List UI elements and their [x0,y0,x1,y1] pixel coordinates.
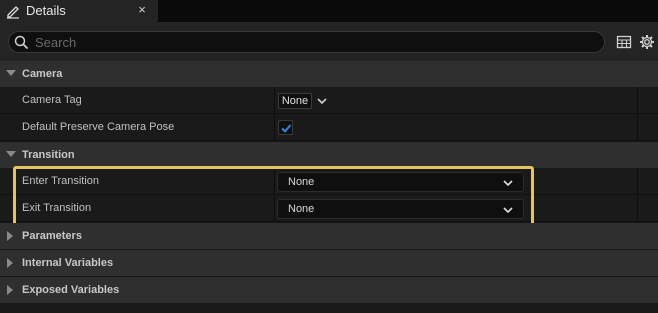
category-transition[interactable]: Transition [0,142,658,168]
property-row-exit-transition: Exit Transition None [0,195,658,222]
checkmark-icon [281,124,292,133]
camera-tag-dropdown[interactable]: None [278,93,312,109]
category-label: Camera [22,68,63,80]
expand-arrow-icon [6,151,16,157]
category-parameters[interactable]: Parameters [0,223,658,249]
column-divider[interactable] [274,195,275,222]
property-label: Camera Tag [22,94,82,106]
search-input[interactable] [35,33,595,51]
collapse-arrow-icon [7,231,13,241]
tab-details[interactable]: Details × [0,0,158,22]
chevron-down-icon [502,204,514,216]
category-label: Parameters [22,230,82,242]
column-divider[interactable] [274,87,275,114]
exit-transition-dropdown[interactable]: None [277,199,524,219]
panel-footer [0,303,658,313]
column-divider [637,168,638,195]
category-exposed-variables[interactable]: Exposed Variables [0,277,658,303]
column-divider [637,114,638,141]
property-row-camera-tag: Camera Tag None [0,87,658,114]
collapse-arrow-icon [7,258,13,268]
category-internal-variables[interactable]: Internal Variables [0,250,658,276]
column-divider [637,87,638,114]
table-view-icon[interactable] [616,34,632,50]
gear-icon[interactable] [639,34,655,50]
search-box[interactable] [8,31,605,53]
tab-bar: Details × [0,0,658,22]
column-divider[interactable] [274,168,275,195]
close-icon[interactable]: × [136,2,148,18]
property-label: Exit Transition [22,202,92,214]
property-row-enter-transition: Enter Transition None [0,168,658,195]
category-label: Transition [22,149,75,161]
category-camera[interactable]: Camera [0,61,658,87]
preserve-pose-checkbox[interactable] [278,120,293,135]
toolbar [0,22,658,61]
chevron-down-icon [502,177,514,189]
column-divider[interactable] [274,114,275,141]
property-label: Enter Transition [22,175,100,187]
tab-title: Details [26,3,66,18]
property-row-preserve-pose: Default Preserve Camera Pose [0,114,658,141]
expand-arrow-icon [6,70,16,76]
category-label: Exposed Variables [22,284,120,296]
column-divider [637,195,638,222]
chevron-down-icon[interactable] [316,95,328,107]
category-label: Internal Variables [22,257,114,269]
dropdown-value: None [288,203,315,215]
search-icon [14,35,29,50]
dropdown-value: None [288,176,315,188]
collapse-arrow-icon [7,285,13,295]
property-label: Default Preserve Camera Pose [22,121,175,133]
enter-transition-dropdown[interactable]: None [277,172,524,192]
pencil-icon [5,3,21,19]
